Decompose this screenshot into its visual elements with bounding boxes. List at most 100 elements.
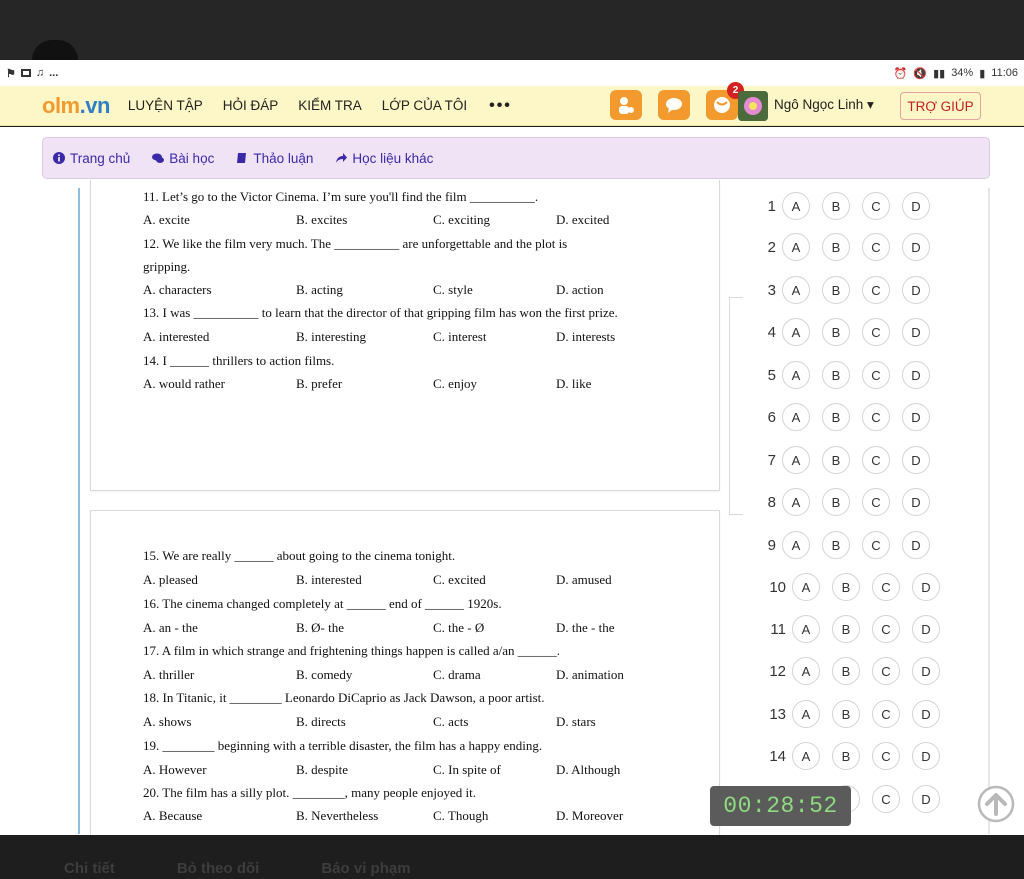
question-20: 20. The film has a silly plot. ________,… xyxy=(143,785,477,800)
answer-choice-b[interactable]: B xyxy=(822,276,850,304)
answer-number: 8 xyxy=(767,493,776,511)
answer-choice-c[interactable]: C xyxy=(862,192,890,220)
answer-choice-d[interactable]: D xyxy=(912,785,940,813)
details-link[interactable]: Chi tiết xyxy=(64,860,115,877)
answer-choice-b[interactable]: B xyxy=(832,615,860,643)
answer-choice-b[interactable]: B xyxy=(832,657,860,685)
answer-choice-b[interactable]: B xyxy=(832,573,860,601)
tab-label: Trang chủ xyxy=(70,150,131,166)
answer-choice-c[interactable]: C xyxy=(862,233,890,261)
answer-choice-b[interactable]: B xyxy=(822,192,850,220)
logo-text: olm xyxy=(42,92,80,118)
answer-choice-c[interactable]: C xyxy=(872,742,900,770)
answer-choice-a[interactable]: A xyxy=(782,192,810,220)
scroll-rail xyxy=(78,188,80,834)
option: A. However xyxy=(143,762,207,777)
tiktok-icon: ♫ xyxy=(35,67,45,79)
answer-choice-c[interactable]: C xyxy=(872,573,900,601)
answer-choice-a[interactable]: A xyxy=(792,742,820,770)
report-link[interactable]: Báo vi phạm xyxy=(321,860,410,877)
unfollow-link[interactable]: Bỏ theo dõi xyxy=(177,860,260,877)
menu-kiem-tra[interactable]: KIỂM TRA xyxy=(298,98,362,113)
option: C. exciting xyxy=(433,212,491,227)
answer-choice-a[interactable]: A xyxy=(782,276,810,304)
answer-choice-d[interactable]: D xyxy=(902,318,930,346)
menu-hoi-dap[interactable]: HỎI ĐÁP xyxy=(223,98,279,113)
question-13: 13. I was __________ to learn that the d… xyxy=(143,305,618,320)
profile-button[interactable] xyxy=(610,90,642,120)
option: B. Ø- the xyxy=(296,620,345,635)
menu-luyen-tap[interactable]: LUYỆN TẬP xyxy=(128,98,203,113)
answer-choice-a[interactable]: A xyxy=(792,657,820,685)
avatar[interactable] xyxy=(738,91,768,121)
olm-logo[interactable]: olm.vn xyxy=(42,93,110,119)
answer-choice-a[interactable]: A xyxy=(782,531,810,559)
question-19: 19. ________ beginning with a terrible d… xyxy=(143,738,543,753)
answer-choice-d[interactable]: D xyxy=(902,488,930,516)
answer-choice-a[interactable]: A xyxy=(792,573,820,601)
notifications-button[interactable]: 2 xyxy=(706,82,744,120)
tab-thao-luan[interactable]: Thảo luận xyxy=(236,151,313,166)
screen-icon xyxy=(20,69,31,77)
answer-choice-a[interactable]: A xyxy=(782,446,810,474)
answer-choice-b[interactable]: B xyxy=(822,531,850,559)
answer-number: 9 xyxy=(767,536,776,554)
answer-choice-d[interactable]: D xyxy=(902,192,930,220)
option: A. thriller xyxy=(143,667,195,682)
option: C. interest xyxy=(433,329,487,344)
answer-choice-b[interactable]: B xyxy=(822,233,850,261)
scroll-to-top-icon[interactable] xyxy=(976,784,1016,824)
user-name-dropdown[interactable]: Ngô Ngọc Linh ▾ xyxy=(774,97,874,113)
option: D. Although xyxy=(556,762,621,777)
answer-choice-a[interactable]: A xyxy=(782,318,810,346)
more-menu-button[interactable]: ••• xyxy=(489,97,512,115)
answer-choice-d[interactable]: D xyxy=(912,700,940,728)
answer-choice-d[interactable]: D xyxy=(902,361,930,389)
menu-lop-cua-toi[interactable]: LỚP CỦA TÔI xyxy=(382,98,467,113)
option: D. the - the xyxy=(556,620,615,635)
answer-choice-d[interactable]: D xyxy=(902,531,930,559)
answer-choice-d[interactable]: D xyxy=(912,615,940,643)
answer-choice-c[interactable]: C xyxy=(862,361,890,389)
answer-choice-d[interactable]: D xyxy=(902,403,930,431)
answer-choice-a[interactable]: A xyxy=(782,488,810,516)
answer-choice-d[interactable]: D xyxy=(912,573,940,601)
answer-choice-c[interactable]: C xyxy=(862,403,890,431)
answer-choice-b[interactable]: B xyxy=(822,488,850,516)
answer-row-4: 4 A B C D xyxy=(752,318,942,346)
answer-choice-b[interactable]: B xyxy=(822,403,850,431)
tab-bai-hoc[interactable]: Bài học xyxy=(152,151,214,166)
alarm-icon: ⏰ xyxy=(893,67,908,80)
messages-button[interactable] xyxy=(658,90,690,120)
answer-choice-b[interactable]: B xyxy=(822,361,850,389)
answer-choice-c[interactable]: C xyxy=(872,700,900,728)
answer-choice-c[interactable]: C xyxy=(862,276,890,304)
answer-choice-c[interactable]: C xyxy=(862,488,890,516)
answer-choice-a[interactable]: A xyxy=(782,233,810,261)
answer-choice-d[interactable]: D xyxy=(902,446,930,474)
tab-hoc-lieu-khac[interactable]: Học liệu khác xyxy=(335,151,433,166)
answer-choice-d[interactable]: D xyxy=(912,742,940,770)
tab-trang-chu[interactable]: Trang chủ xyxy=(53,151,130,166)
answer-row-10: 10 A B C D xyxy=(752,573,952,601)
answer-choice-c[interactable]: C xyxy=(862,531,890,559)
answer-choice-d[interactable]: D xyxy=(912,657,940,685)
help-button[interactable]: TRỢ GIÚP xyxy=(900,92,981,120)
answer-choice-d[interactable]: D xyxy=(902,276,930,304)
answer-choice-b[interactable]: B xyxy=(832,700,860,728)
answer-choice-a[interactable]: A xyxy=(792,615,820,643)
answer-choice-c[interactable]: C xyxy=(862,318,890,346)
answer-choice-a[interactable]: A xyxy=(792,700,820,728)
answer-choice-c[interactable]: C xyxy=(862,446,890,474)
answer-choice-b[interactable]: B xyxy=(822,318,850,346)
answer-choice-c[interactable]: C xyxy=(872,657,900,685)
answer-choice-b[interactable]: B xyxy=(832,742,860,770)
answer-row-1: 1 A B C D xyxy=(752,192,942,220)
answer-choice-a[interactable]: A xyxy=(782,403,810,431)
answer-choice-d[interactable]: D xyxy=(902,233,930,261)
answer-choice-c[interactable]: C xyxy=(872,785,900,813)
answer-choice-a[interactable]: A xyxy=(782,361,810,389)
option: D. interests xyxy=(556,329,616,344)
answer-choice-c[interactable]: C xyxy=(872,615,900,643)
answer-choice-b[interactable]: B xyxy=(822,446,850,474)
